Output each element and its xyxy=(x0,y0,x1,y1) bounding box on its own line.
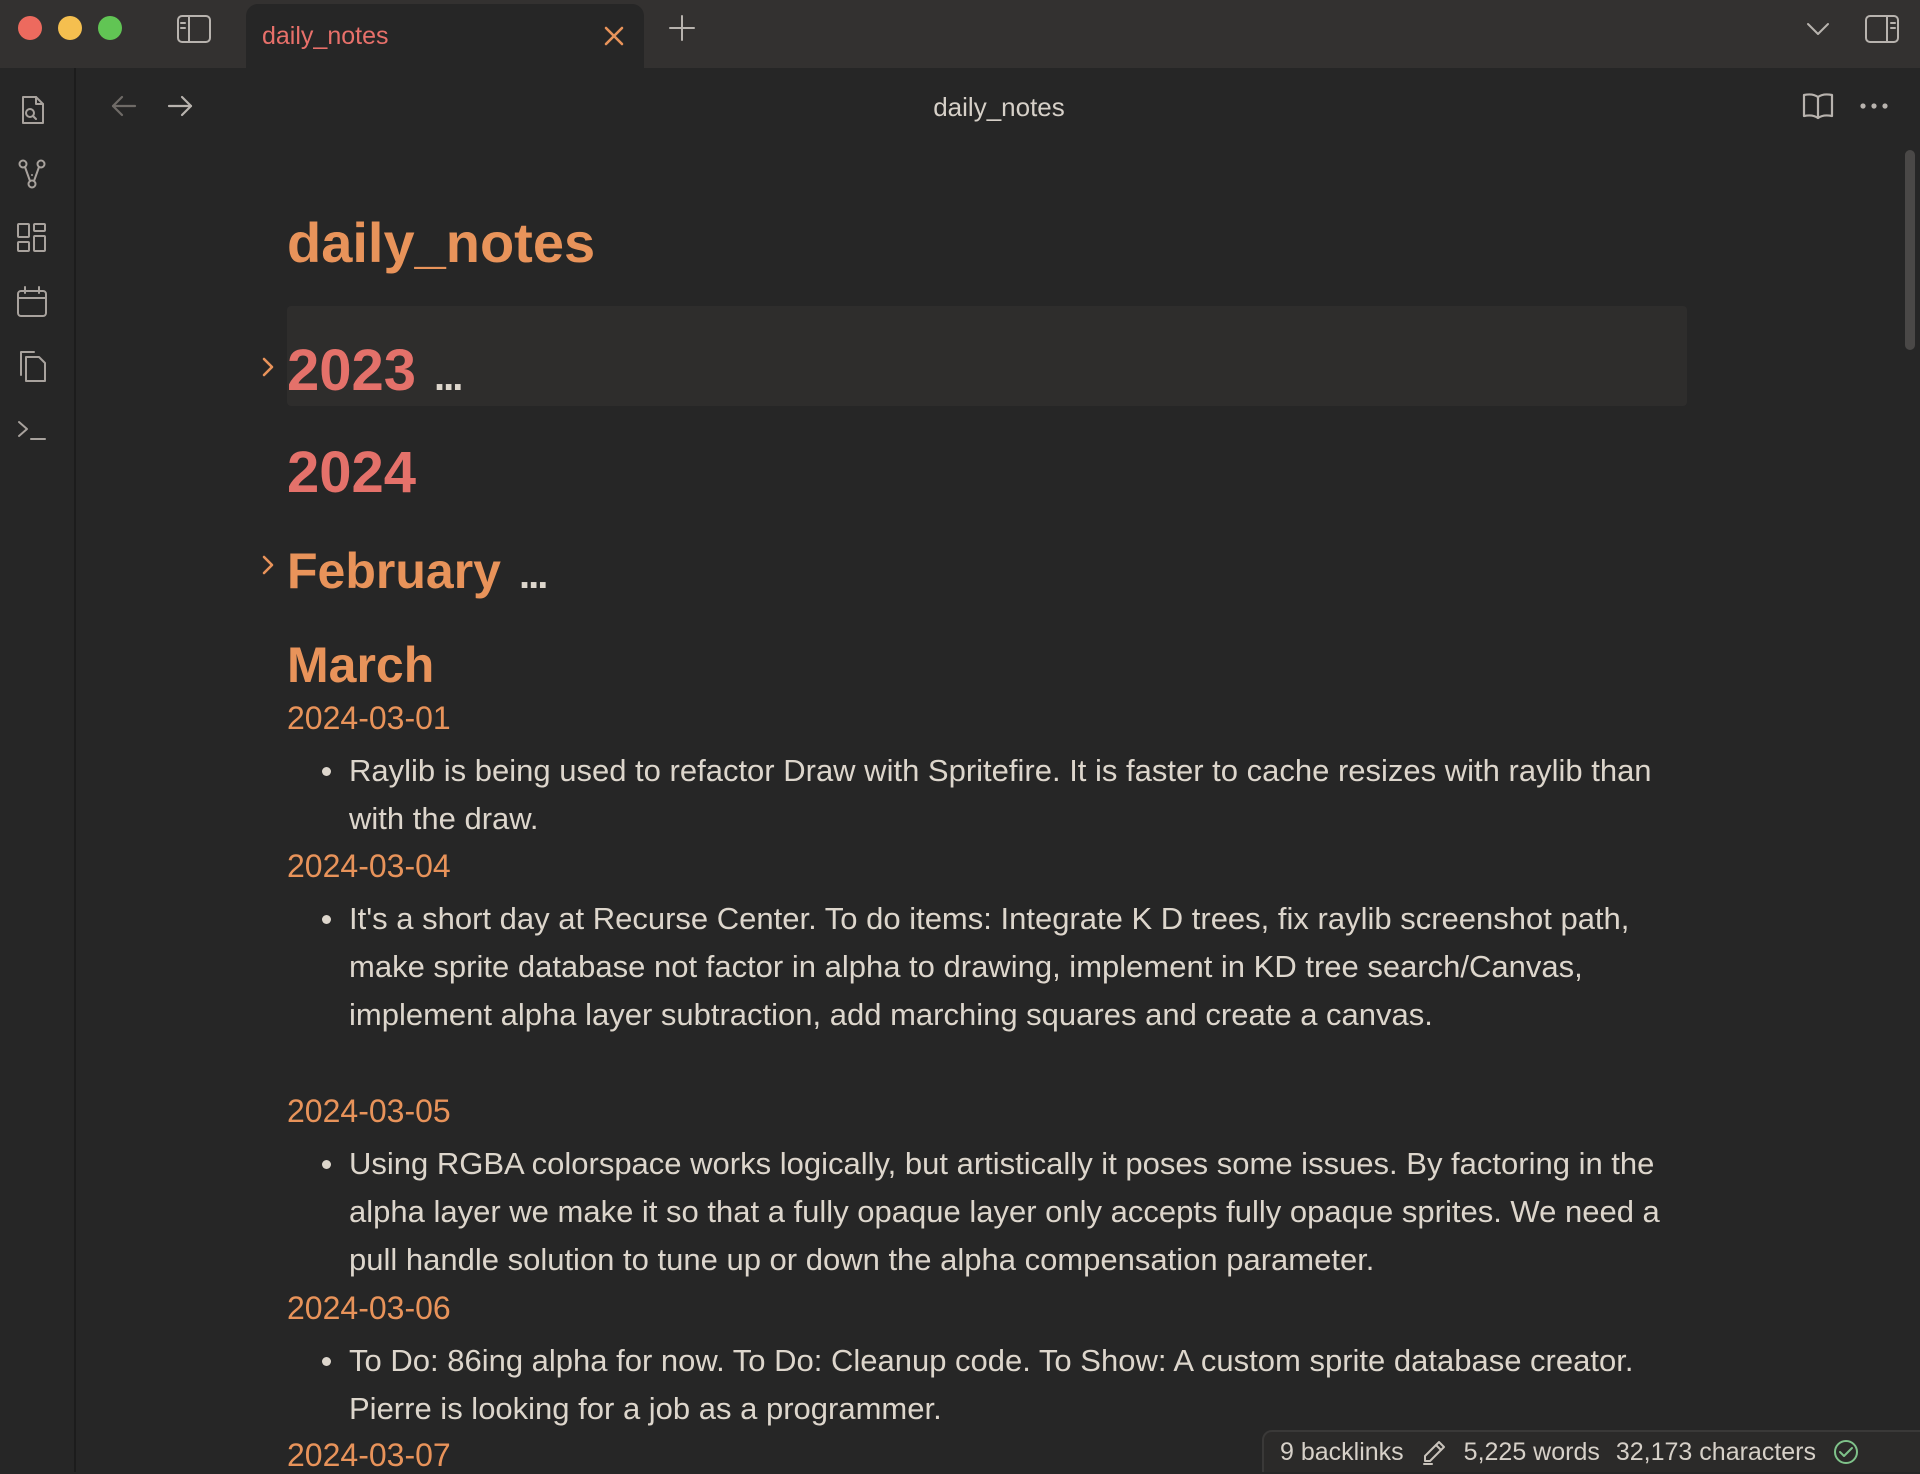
list-item[interactable]: It's a short day at Recurse Center. To d… xyxy=(322,895,1679,1039)
edit-mode-pencil-icon[interactable] xyxy=(1420,1438,1448,1466)
close-tab-icon[interactable] xyxy=(600,22,628,50)
new-tab-icon[interactable] xyxy=(666,12,698,44)
list-item[interactable]: To Do: 86ing alpha for now. To Do: Clean… xyxy=(322,1337,1679,1433)
collapsed-ellipsis[interactable]: ... xyxy=(519,553,548,597)
canvas-layout-icon[interactable] xyxy=(12,218,52,258)
toggle-left-sidebar-icon[interactable] xyxy=(174,12,214,46)
minimize-window-button[interactable] xyxy=(58,16,82,40)
day-heading[interactable]: 2024-03-06 xyxy=(287,1290,451,1327)
left-ribbon xyxy=(0,68,76,1472)
title-bar: daily_notes xyxy=(0,0,1920,68)
scrollbar[interactable] xyxy=(1900,146,1920,1472)
status-bar: 9 backlinks 5,225 words 32,173 character… xyxy=(1262,1430,1920,1472)
day-heading[interactable]: 2024-03-05 xyxy=(287,1093,451,1130)
heading-2023-text: 2023 xyxy=(287,338,417,403)
view-header-title[interactable]: daily_notes xyxy=(78,92,1920,123)
terminal-icon[interactable] xyxy=(12,410,52,450)
sync-status-check-icon[interactable] xyxy=(1832,1438,1860,1466)
more-options-icon[interactable] xyxy=(1856,88,1892,124)
backlinks-count[interactable]: 9 backlinks xyxy=(1280,1438,1404,1467)
view-header: daily_notes xyxy=(78,68,1920,142)
heading-february[interactable]: February... xyxy=(287,543,548,599)
heading-march[interactable]: March xyxy=(287,640,434,690)
scrollbar-thumb[interactable] xyxy=(1905,150,1915,350)
fold-chevron-right-icon[interactable] xyxy=(257,554,279,576)
note-title[interactable]: daily_notes xyxy=(287,210,595,275)
word-count: 5,225 words xyxy=(1463,1437,1600,1466)
maximize-window-button[interactable] xyxy=(98,16,122,40)
graph-view-icon[interactable] xyxy=(12,154,52,194)
heading-february-text: February xyxy=(287,543,501,599)
heading-2024[interactable]: 2024 xyxy=(287,444,416,502)
reading-view-book-icon[interactable] xyxy=(1800,88,1836,124)
fold-chevron-right-icon[interactable] xyxy=(257,356,279,378)
quick-switcher-icon[interactable] xyxy=(12,90,52,130)
day-heading[interactable]: 2024-03-01 xyxy=(287,700,451,737)
daily-note-calendar-icon[interactable] xyxy=(12,282,52,322)
list-item[interactable]: Raylib is being used to refactor Draw wi… xyxy=(322,747,1679,843)
close-window-button[interactable] xyxy=(18,16,42,40)
tab-list-chevron-down-icon[interactable] xyxy=(1802,14,1834,44)
tab-daily-notes[interactable]: daily_notes xyxy=(246,4,644,68)
heading-2023[interactable]: 2023... xyxy=(287,342,463,400)
tab-label: daily_notes xyxy=(262,22,389,50)
character-count: 32,173 characters xyxy=(1615,1437,1816,1466)
collapsed-ellipsis[interactable]: ... xyxy=(434,355,463,399)
toggle-right-sidebar-icon[interactable] xyxy=(1862,12,1902,46)
templates-copy-icon[interactable] xyxy=(12,346,52,386)
day-heading[interactable]: 2024-03-07 xyxy=(287,1437,451,1474)
list-item[interactable]: Using RGBA colorspace works logically, b… xyxy=(322,1140,1679,1284)
folded-heading-block xyxy=(287,306,1687,406)
day-heading[interactable]: 2024-03-04 xyxy=(287,848,451,885)
